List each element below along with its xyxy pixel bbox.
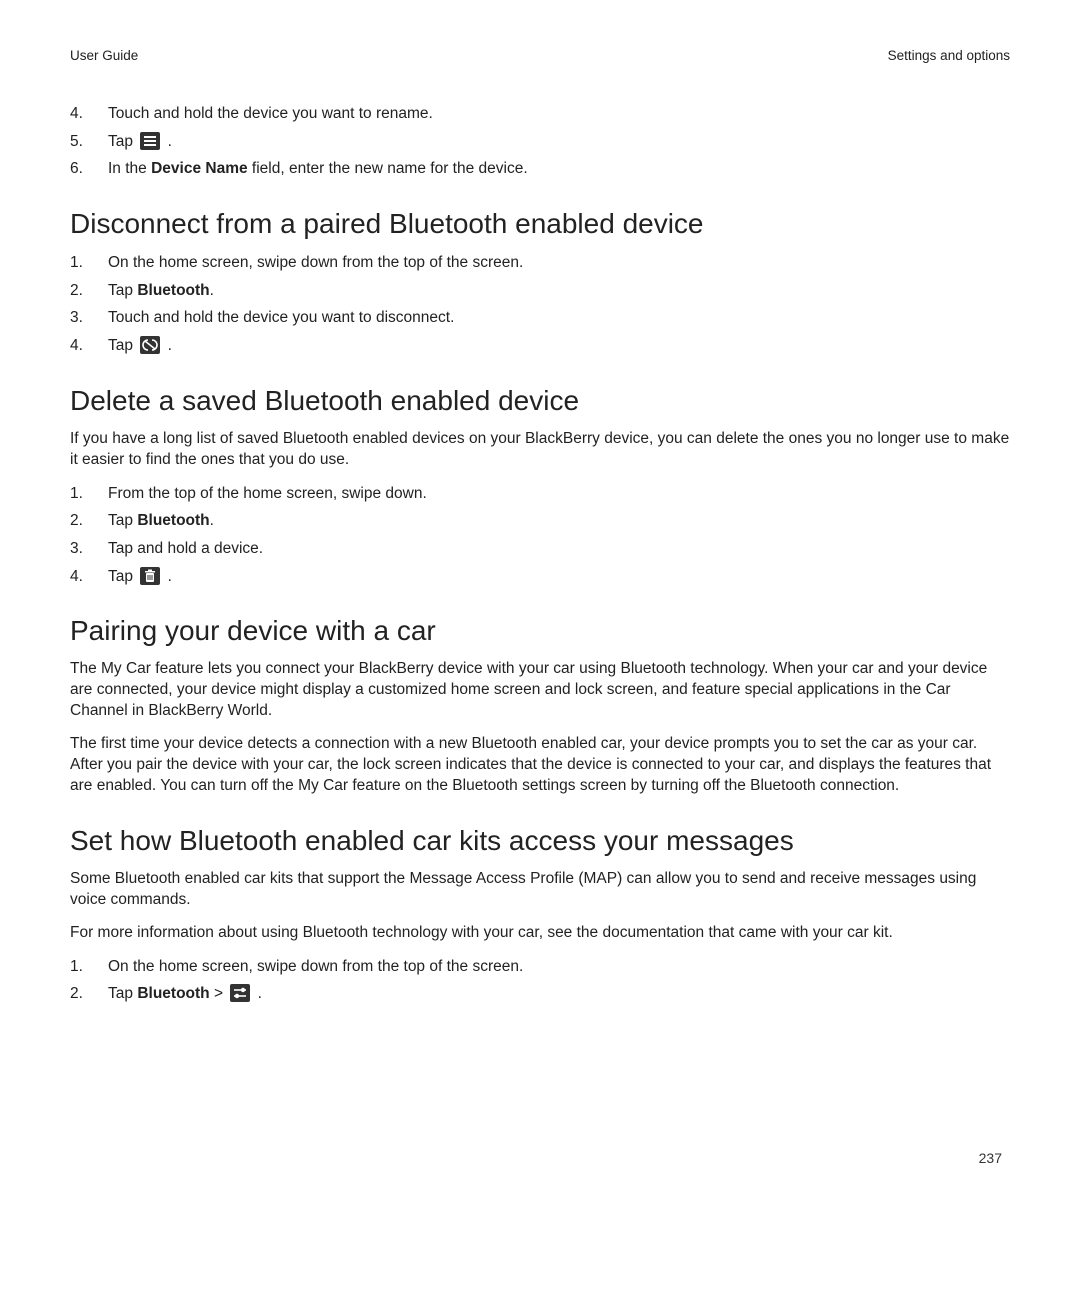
step-number: 4. [70, 335, 108, 357]
header-right: Settings and options [888, 48, 1010, 63]
carkits-steps: 1. On the home screen, swipe down from t… [70, 956, 1010, 1005]
step-text: From the top of the home screen, swipe d… [108, 483, 1010, 505]
step-text: On the home screen, swipe down from the … [108, 252, 1010, 274]
page-header: User Guide Settings and options [70, 48, 1010, 63]
step-text: In the Device Name field, enter the new … [108, 158, 1010, 180]
rename-steps: 4. Touch and hold the device you want to… [70, 103, 1010, 180]
list-item: 2. Tap Bluetooth > . [70, 983, 1010, 1005]
sliders-icon [230, 984, 250, 1002]
step-text: Tap . [108, 566, 1010, 588]
list-item: 5. Tap . [70, 131, 1010, 153]
step-text: Tap Bluetooth > . [108, 983, 1010, 1005]
list-item: 3. Tap and hold a device. [70, 538, 1010, 560]
section-title-disconnect: Disconnect from a paired Bluetooth enabl… [70, 208, 1010, 240]
page: User Guide Settings and options 4. Touch… [0, 0, 1080, 1296]
step-number: 5. [70, 131, 108, 153]
step-number: 1. [70, 956, 108, 978]
delete-intro: If you have a long list of saved Bluetoo… [70, 429, 1010, 471]
section-title-carkits: Set how Bluetooth enabled car kits acces… [70, 825, 1010, 857]
step-text: Tap and hold a device. [108, 538, 1010, 560]
header-left: User Guide [70, 48, 138, 63]
pairing-p1: The My Car feature lets you connect your… [70, 659, 1010, 722]
step-text: Tap . [108, 131, 1010, 153]
list-item: 1. On the home screen, swipe down from t… [70, 252, 1010, 274]
page-number: 237 [979, 1150, 1002, 1166]
step-number: 1. [70, 483, 108, 505]
section-title-delete: Delete a saved Bluetooth enabled device [70, 385, 1010, 417]
step-number: 1. [70, 252, 108, 274]
list-item: 4. Tap . [70, 566, 1010, 588]
list-item: 3. Touch and hold the device you want to… [70, 307, 1010, 329]
step-number: 6. [70, 158, 108, 180]
disconnect-icon [140, 336, 160, 354]
step-text: Tap . [108, 335, 1010, 357]
step-number: 3. [70, 307, 108, 329]
list-item: 2. Tap Bluetooth. [70, 510, 1010, 532]
trash-icon [140, 567, 160, 585]
step-number: 2. [70, 983, 108, 1005]
list-item: 6. In the Device Name field, enter the n… [70, 158, 1010, 180]
delete-steps: 1. From the top of the home screen, swip… [70, 483, 1010, 588]
section-title-pairing: Pairing your device with a car [70, 615, 1010, 647]
carkits-p2: For more information about using Bluetoo… [70, 923, 1010, 944]
step-text: Touch and hold the device you want to di… [108, 307, 1010, 329]
pairing-p2: The first time your device detects a con… [70, 734, 1010, 797]
step-text: On the home screen, swipe down from the … [108, 956, 1010, 978]
step-text: Touch and hold the device you want to re… [108, 103, 1010, 125]
step-text: Tap Bluetooth. [108, 280, 1010, 302]
step-number: 4. [70, 103, 108, 125]
list-item: 1. From the top of the home screen, swip… [70, 483, 1010, 505]
list-item: 4. Touch and hold the device you want to… [70, 103, 1010, 125]
list-item: 4. Tap . [70, 335, 1010, 357]
list-item: 1. On the home screen, swipe down from t… [70, 956, 1010, 978]
step-text: Tap Bluetooth. [108, 510, 1010, 532]
step-number: 4. [70, 566, 108, 588]
menu-icon [140, 132, 160, 150]
list-item: 2. Tap Bluetooth. [70, 280, 1010, 302]
step-number: 3. [70, 538, 108, 560]
step-number: 2. [70, 280, 108, 302]
step-number: 2. [70, 510, 108, 532]
carkits-p1: Some Bluetooth enabled car kits that sup… [70, 869, 1010, 911]
disconnect-steps: 1. On the home screen, swipe down from t… [70, 252, 1010, 357]
